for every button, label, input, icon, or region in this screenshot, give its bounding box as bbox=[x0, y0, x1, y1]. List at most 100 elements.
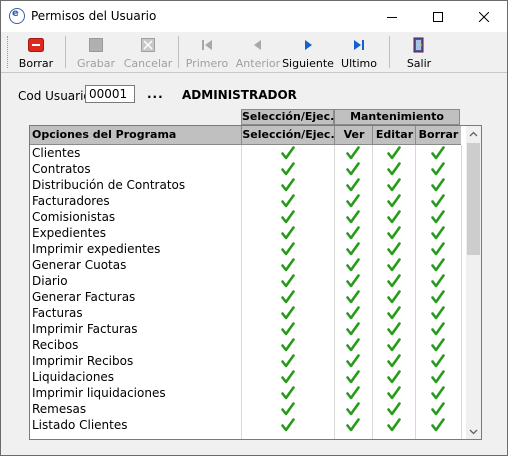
check-editar-icon[interactable] bbox=[387, 210, 401, 224]
table-row[interactable]: Imprimir expedientes bbox=[30, 241, 461, 257]
maximize-button[interactable] bbox=[415, 1, 461, 32]
close-button[interactable] bbox=[461, 1, 507, 32]
check-editar-icon[interactable] bbox=[387, 418, 401, 432]
check-borrar-icon[interactable] bbox=[431, 290, 445, 304]
check-seleccion-icon[interactable] bbox=[281, 418, 295, 432]
check-seleccion-icon[interactable] bbox=[281, 194, 295, 208]
table-row[interactable]: Clientes bbox=[30, 145, 461, 161]
check-editar-icon[interactable] bbox=[387, 258, 401, 272]
check-editar-icon[interactable] bbox=[387, 178, 401, 192]
table-row[interactable]: Generar Facturas bbox=[30, 289, 461, 305]
column-header-seleccion[interactable]: Selección/Ejec. bbox=[242, 126, 335, 144]
check-editar-icon[interactable] bbox=[387, 370, 401, 384]
check-ver-icon[interactable] bbox=[346, 194, 360, 208]
check-seleccion-icon[interactable] bbox=[281, 242, 295, 256]
last-button[interactable]: Ultimo bbox=[339, 34, 379, 70]
next-button[interactable]: Siguiente bbox=[282, 34, 334, 70]
check-seleccion-icon[interactable] bbox=[281, 226, 295, 240]
check-ver-icon[interactable] bbox=[346, 226, 360, 240]
column-header-editar[interactable]: Editar bbox=[373, 126, 416, 144]
check-ver-icon[interactable] bbox=[346, 258, 360, 272]
check-borrar-icon[interactable] bbox=[431, 402, 445, 416]
check-editar-icon[interactable] bbox=[387, 306, 401, 320]
check-editar-icon[interactable] bbox=[387, 290, 401, 304]
check-ver-icon[interactable] bbox=[346, 354, 360, 368]
check-editar-icon[interactable] bbox=[387, 162, 401, 176]
check-ver-icon[interactable] bbox=[346, 322, 360, 336]
table-row[interactable]: Distribución de Contratos bbox=[30, 177, 461, 193]
check-borrar-icon[interactable] bbox=[431, 162, 445, 176]
table-row[interactable]: Remesas bbox=[30, 401, 461, 417]
check-ver-icon[interactable] bbox=[346, 418, 360, 432]
check-ver-icon[interactable] bbox=[346, 338, 360, 352]
check-ver-icon[interactable] bbox=[346, 210, 360, 224]
check-borrar-icon[interactable] bbox=[431, 338, 445, 352]
check-seleccion-icon[interactable] bbox=[281, 290, 295, 304]
check-seleccion-icon[interactable] bbox=[281, 146, 295, 160]
check-seleccion-icon[interactable] bbox=[281, 338, 295, 352]
table-row[interactable]: Facturadores bbox=[30, 193, 461, 209]
check-borrar-icon[interactable] bbox=[431, 210, 445, 224]
lookup-button[interactable]: ... bbox=[147, 87, 164, 101]
check-ver-icon[interactable] bbox=[346, 242, 360, 256]
check-seleccion-icon[interactable] bbox=[281, 274, 295, 288]
vertical-scrollbar[interactable] bbox=[466, 126, 481, 439]
cancel-button[interactable]: Cancelar bbox=[123, 34, 173, 70]
table-row[interactable]: Facturas bbox=[30, 305, 461, 321]
table-row[interactable]: Listado Clientes bbox=[30, 417, 461, 433]
check-editar-icon[interactable] bbox=[387, 402, 401, 416]
check-borrar-icon[interactable] bbox=[431, 194, 445, 208]
column-header-borrar[interactable]: Borrar bbox=[416, 126, 461, 144]
check-borrar-icon[interactable] bbox=[431, 386, 445, 400]
check-ver-icon[interactable] bbox=[346, 306, 360, 320]
check-borrar-icon[interactable] bbox=[431, 274, 445, 288]
check-editar-icon[interactable] bbox=[387, 226, 401, 240]
check-seleccion-icon[interactable] bbox=[281, 162, 295, 176]
column-header-ver[interactable]: Ver bbox=[335, 126, 373, 144]
check-borrar-icon[interactable] bbox=[431, 146, 445, 160]
check-seleccion-icon[interactable] bbox=[281, 258, 295, 272]
scroll-thumb[interactable] bbox=[467, 143, 480, 255]
check-borrar-icon[interactable] bbox=[431, 258, 445, 272]
table-row[interactable]: Expedientes bbox=[30, 225, 461, 241]
check-seleccion-icon[interactable] bbox=[281, 354, 295, 368]
table-row[interactable]: Imprimir Facturas bbox=[30, 321, 461, 337]
check-editar-icon[interactable] bbox=[387, 194, 401, 208]
check-borrar-icon[interactable] bbox=[431, 418, 445, 432]
previous-button[interactable]: Anterior bbox=[235, 34, 281, 70]
check-editar-icon[interactable] bbox=[387, 338, 401, 352]
table-row[interactable]: Comisionistas bbox=[30, 209, 461, 225]
check-seleccion-icon[interactable] bbox=[281, 178, 295, 192]
minimize-button[interactable] bbox=[369, 1, 415, 32]
check-borrar-icon[interactable] bbox=[431, 354, 445, 368]
check-borrar-icon[interactable] bbox=[431, 178, 445, 192]
check-editar-icon[interactable] bbox=[387, 354, 401, 368]
check-ver-icon[interactable] bbox=[346, 178, 360, 192]
column-header-opciones[interactable]: Opciones del Programa bbox=[32, 126, 176, 144]
check-borrar-icon[interactable] bbox=[431, 306, 445, 320]
permissions-grid[interactable]: Opciones del Programa Selección/Ejec. Ve… bbox=[29, 125, 482, 440]
first-button[interactable]: Primero bbox=[183, 34, 231, 70]
scroll-up-button[interactable] bbox=[466, 126, 481, 141]
check-editar-icon[interactable] bbox=[387, 322, 401, 336]
check-editar-icon[interactable] bbox=[387, 242, 401, 256]
check-seleccion-icon[interactable] bbox=[281, 210, 295, 224]
check-borrar-icon[interactable] bbox=[431, 242, 445, 256]
scroll-down-button[interactable] bbox=[466, 424, 481, 439]
check-borrar-icon[interactable] bbox=[431, 370, 445, 384]
save-button[interactable]: Grabar bbox=[73, 34, 119, 70]
table-row[interactable]: Diario bbox=[30, 273, 461, 289]
table-row[interactable]: Imprimir liquidaciones bbox=[30, 385, 461, 401]
exit-button[interactable]: Salir bbox=[399, 34, 439, 70]
delete-button[interactable]: Borrar bbox=[13, 34, 59, 70]
check-ver-icon[interactable] bbox=[346, 370, 360, 384]
cod-usuario-input[interactable]: 00001 bbox=[85, 85, 135, 103]
check-seleccion-icon[interactable] bbox=[281, 402, 295, 416]
check-ver-icon[interactable] bbox=[346, 386, 360, 400]
table-row[interactable]: Liquidaciones bbox=[30, 369, 461, 385]
check-ver-icon[interactable] bbox=[346, 402, 360, 416]
table-row[interactable]: Contratos bbox=[30, 161, 461, 177]
check-editar-icon[interactable] bbox=[387, 274, 401, 288]
check-ver-icon[interactable] bbox=[346, 290, 360, 304]
check-seleccion-icon[interactable] bbox=[281, 370, 295, 384]
